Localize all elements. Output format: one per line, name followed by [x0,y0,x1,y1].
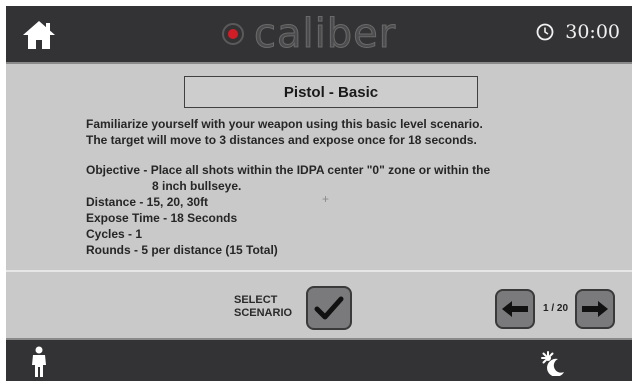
timer-value: 30:00 [565,21,620,43]
page-indicator: 1 / 20 [542,303,569,314]
select-scenario-button[interactable] [306,286,352,330]
cursor-crosshair-icon: + [322,192,330,206]
select-label-line-2: SCENARIO [234,307,293,319]
cycles-line: Cycles - 1 [86,227,143,241]
distance-line: Distance - 15, 20, 30ft [86,195,209,209]
arrow-right-icon [582,301,608,317]
home-icon[interactable] [20,18,58,52]
person-icon[interactable] [30,346,48,378]
session-timer: 30:00 [535,21,620,43]
scenario-panel: Pistol - Basic Familiarize yourself with… [6,64,632,268]
expose-time-line: Expose Time - 18 Seconds [86,211,238,225]
app-frame: caliber 30:00 Pistol - Basic Familiarize… [6,6,632,381]
clock-icon [536,23,554,41]
arrow-left-icon [502,301,528,317]
objective-line: Objective - Place all shots within the I… [86,163,491,177]
scenario-title-box: Pistol - Basic [184,76,478,108]
select-label-line-1: SELECT [234,294,278,306]
top-bar: caliber 30:00 [6,6,632,64]
checkmark-icon [314,296,344,320]
select-scenario-label: SELECT SCENARIO [234,294,292,320]
previous-scenario-button[interactable] [495,289,535,329]
intro-line-1: Familiarize yourself with your weapon us… [86,117,483,131]
logo-dot-icon [222,23,244,45]
next-scenario-button[interactable] [575,289,615,329]
intro-line-2: The target will move to 3 distances and … [86,133,477,147]
logo-text: caliber [253,11,397,57]
scenario-title: Pistol - Basic [283,83,379,101]
objective-line-cont: 8 inch bullseye. [152,179,242,193]
scenario-description: Familiarize yourself with your weapon us… [86,116,586,258]
bottom-bar [6,338,632,381]
brand-logo: caliber [222,10,396,58]
day-night-icon[interactable] [540,350,566,377]
footer-controls: SELECT SCENARIO 1 / 20 [6,272,632,337]
rounds-line: Rounds - 5 per distance (15 Total) [86,243,278,257]
